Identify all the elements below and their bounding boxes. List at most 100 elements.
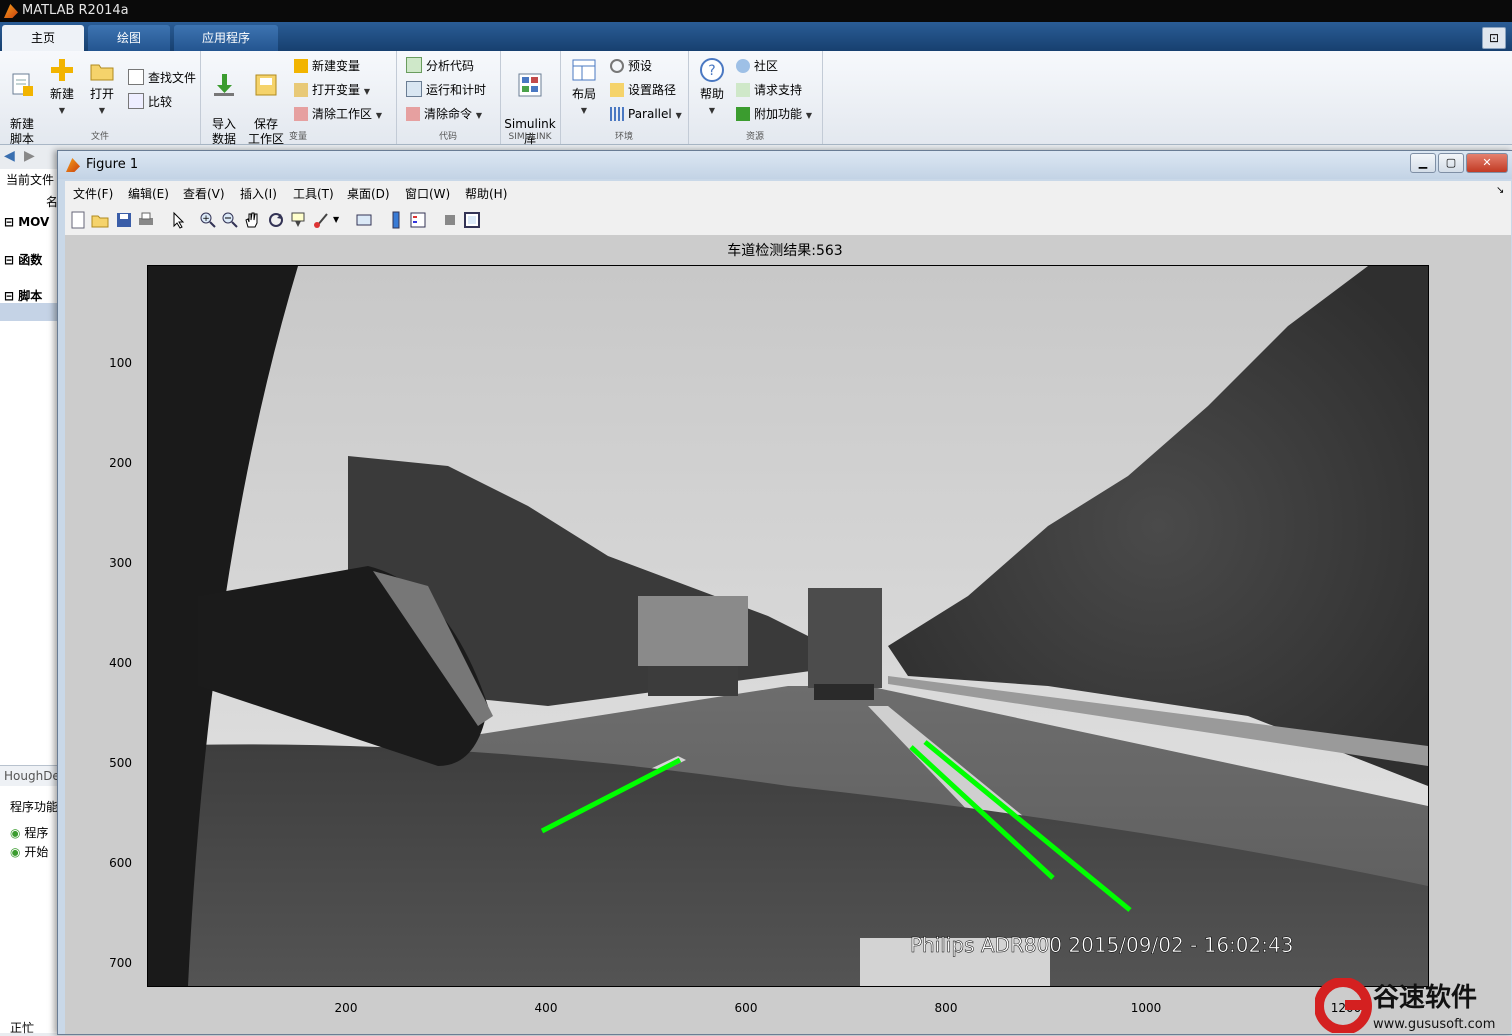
watermark-url: www.gususoft.com — [1373, 1017, 1495, 1032]
link-plot-icon[interactable] — [355, 211, 373, 229]
analyze-code-button[interactable]: 分析代码 — [406, 56, 474, 76]
svg-text:?: ? — [708, 63, 715, 79]
help-button[interactable]: ? 帮助 ▼ — [690, 51, 734, 118]
y-tick-label: 600 — [109, 856, 132, 870]
add-ons-button[interactable]: 附加功能 ▼ — [736, 104, 812, 124]
run-and-time-button[interactable]: 运行和计时 — [406, 80, 486, 100]
layout-label: 布局 — [571, 87, 596, 101]
parallel-button[interactable]: Parallel ▼ — [610, 104, 682, 124]
open-dropdown-icon[interactable]: ▼ — [99, 106, 105, 115]
zoom-in-icon[interactable]: + — [199, 211, 217, 229]
menu-edit[interactable]: 编辑(E) — [128, 185, 169, 202]
menu-view[interactable]: 查看(V) — [183, 185, 225, 202]
new-button[interactable]: 新建 ▼ — [42, 51, 82, 118]
menu-dock-icon[interactable]: ↘ — [1496, 185, 1504, 196]
functions-label: 函数 — [18, 253, 43, 267]
back-arrow-icon[interactable]: ◀ — [4, 148, 15, 164]
help-dropdown-icon[interactable]: ▼ — [709, 106, 715, 115]
compare-icon — [128, 93, 144, 109]
folder-open-icon — [89, 57, 115, 83]
pointer-icon[interactable] — [169, 211, 187, 229]
environment-section-title: 环境 — [614, 132, 633, 142]
functions-group[interactable]: ⊟ 函数 — [4, 251, 42, 268]
request-support-button[interactable]: 请求支持 — [736, 80, 802, 100]
menu-tools[interactable]: 工具(T) — [293, 185, 334, 202]
new-variable-button[interactable]: 新建变量 — [294, 56, 360, 76]
x-tick-label: 1000 — [1130, 1001, 1162, 1015]
set-path-button[interactable]: 设置路径 — [610, 80, 676, 100]
maximize-button[interactable]: ▢ — [1438, 153, 1464, 173]
legend-icon[interactable] — [409, 211, 427, 229]
forward-arrow-icon[interactable]: ▶ — [24, 148, 35, 164]
selected-file-row[interactable] — [0, 303, 58, 321]
quick-access-icon[interactable]: ⊡ — [1482, 27, 1506, 49]
y-tick-label: 500 — [109, 756, 132, 770]
colorbar-icon[interactable] — [387, 211, 405, 229]
scripts-group[interactable]: ⊟ 脚本 — [4, 287, 42, 304]
compare-label: 比较 — [148, 95, 173, 109]
community-label: 社区 — [754, 59, 779, 73]
pan-hand-icon[interactable] — [243, 211, 261, 229]
clear-workspace-button[interactable]: 清除工作区 ▼ — [294, 104, 382, 124]
find-files-button[interactable]: 查找文件 — [128, 68, 196, 88]
community-icon — [736, 59, 750, 73]
clear-workspace-dropdown-icon[interactable]: ▼ — [376, 111, 382, 120]
layout-button[interactable]: 布局 ▼ — [562, 51, 606, 118]
open-file-icon[interactable] — [91, 211, 109, 229]
open-variable-dropdown-icon[interactable]: ▼ — [364, 87, 370, 96]
parallel-dropdown-icon[interactable]: ▼ — [676, 111, 682, 120]
layout-dropdown-icon[interactable]: ▼ — [581, 106, 587, 115]
app-title-bar: MATLAB R2014a — [0, 0, 1512, 22]
save-icon[interactable] — [115, 211, 133, 229]
brush-icon[interactable] — [313, 211, 331, 229]
preferences-button[interactable]: 预设 — [610, 56, 652, 76]
analyze-code-icon — [406, 57, 422, 73]
data-cursor-icon[interactable] — [289, 211, 307, 229]
current-folder-label: 当前文件 — [6, 173, 55, 187]
image-axes[interactable]: Philips ADR800 2015/09/02 - 16:02:43 — [147, 265, 1429, 987]
tab-plots[interactable]: 绘图 — [88, 25, 170, 51]
variable-section: 导入 数据 保存 工作区 新建变量 打开变量 ▼ 清除工作区 ▼ 变量 — [200, 51, 397, 146]
tab-home[interactable]: 主页 — [2, 25, 84, 51]
clear-commands-label: 清除命令 — [424, 107, 473, 121]
clear-commands-button[interactable]: 清除命令 ▼ — [406, 104, 482, 124]
y-tick-label: 100 — [109, 356, 132, 370]
zoom-out-icon[interactable] — [221, 211, 239, 229]
print-icon[interactable] — [137, 211, 155, 229]
run-and-time-icon — [406, 81, 422, 97]
simulink-section: Simulink 库 SIMULINK — [500, 51, 561, 146]
detail-item-program[interactable]: ◉ 程序 — [10, 824, 48, 841]
watermark-brand: 谷速软件 — [1373, 983, 1477, 1013]
road-image: Philips ADR800 2015/09/02 - 16:02:43 — [148, 266, 1428, 986]
menu-desktop[interactable]: 桌面(D) — [347, 185, 390, 202]
add-ons-dropdown-icon[interactable]: ▼ — [806, 111, 812, 120]
function-icon: ◉ — [10, 845, 21, 859]
menu-window[interactable]: 窗口(W) — [405, 185, 450, 202]
clear-commands-dropdown-icon[interactable]: ▼ — [476, 111, 482, 120]
simulink-section-title: SIMULINK — [508, 132, 552, 142]
menu-insert[interactable]: 插入(I) — [240, 185, 277, 202]
menu-file[interactable]: 文件(F) — [73, 185, 113, 202]
mov-group[interactable]: ⊟ MOV — [4, 215, 49, 229]
menu-help[interactable]: 帮助(H) — [465, 185, 507, 202]
detail-item-start[interactable]: ◉ 开始 — [10, 843, 48, 860]
hide-plot-tools-icon[interactable] — [441, 211, 459, 229]
close-button[interactable]: ✕ — [1466, 153, 1508, 173]
minimize-button[interactable]: ▁ — [1410, 153, 1436, 173]
compare-button[interactable]: 比较 — [128, 92, 172, 112]
figure-title-bar[interactable]: Figure 1 ▁ ▢ ✕ — [58, 151, 1512, 179]
show-plot-tools-icon[interactable] — [463, 211, 481, 229]
open-variable-button[interactable]: 打开变量 ▼ — [294, 80, 370, 100]
image-overlay-text: Philips ADR800 2015/09/02 - 16:02:43 — [910, 933, 1293, 957]
rotate-3d-icon[interactable] — [267, 211, 285, 229]
new-variable-label: 新建变量 — [312, 59, 361, 73]
tab-apps[interactable]: 应用程序 — [174, 25, 278, 51]
figure-title: Figure 1 — [86, 157, 139, 172]
new-dropdown-icon[interactable]: ▼ — [59, 106, 65, 115]
open-button[interactable]: 打开 ▼ — [82, 51, 122, 118]
new-figure-icon[interactable] — [69, 211, 87, 229]
set-path-label: 设置路径 — [628, 83, 677, 97]
brush-dropdown-icon[interactable]: ▼ — [333, 211, 351, 229]
plot-title: 车道检测结果:563 — [727, 243, 843, 259]
community-button[interactable]: 社区 — [736, 56, 778, 76]
